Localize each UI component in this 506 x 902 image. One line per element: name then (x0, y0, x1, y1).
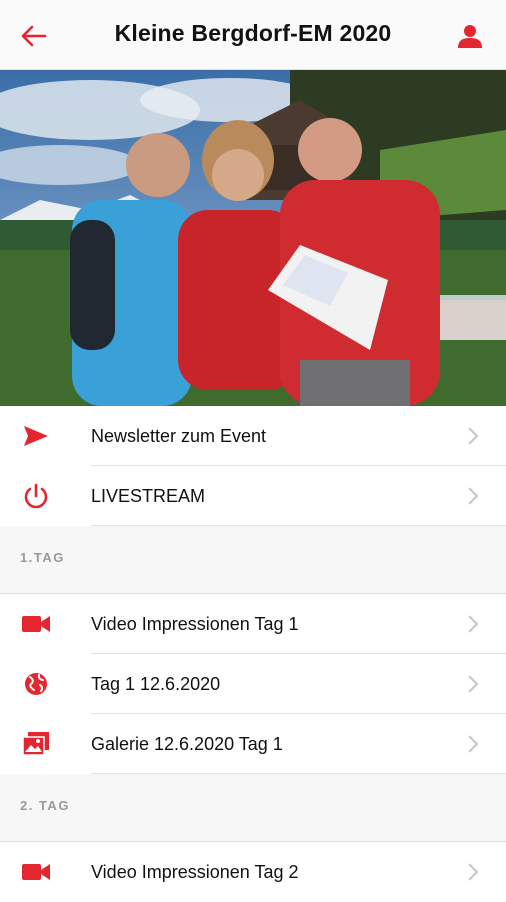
page-title: Kleine Bergdorf-EM 2020 (114, 20, 392, 46)
chevron-right-icon (468, 615, 479, 633)
list-item-label: LIVESTREAM (91, 486, 206, 506)
list-item-newsletter[interactable]: Newsletter zum Event (0, 406, 506, 466)
list-item-label: Video Impressionen Tag 2 (91, 862, 299, 882)
power-icon (20, 480, 52, 512)
video-icon (20, 608, 52, 640)
list-item-video-day1[interactable]: Video Impressionen Tag 1 (0, 594, 506, 654)
hero-image (0, 70, 506, 406)
chevron-right-icon (468, 427, 479, 445)
section-header-day2: 2. TAG (0, 774, 506, 842)
list-item-label: Galerie 12.6.2020 Tag 1 (91, 734, 283, 754)
user-button[interactable] (454, 20, 486, 52)
section-title: 2. TAG (20, 798, 70, 813)
list-item-video-day2[interactable]: Video Impressionen Tag 2 (0, 842, 506, 902)
chevron-right-icon (468, 487, 479, 505)
list-item-label: Video Impressionen Tag 1 (91, 614, 299, 634)
user-icon (458, 25, 482, 48)
chevron-right-icon (468, 675, 479, 693)
gallery-icon (20, 728, 52, 760)
video-icon (20, 856, 52, 888)
app-header: Kleine Bergdorf-EM 2020 (0, 0, 506, 70)
list-item-label: Tag 1 12.6.2020 (91, 674, 221, 694)
chevron-right-icon (468, 863, 479, 881)
chevron-right-icon (468, 735, 479, 753)
list-item-livestream[interactable]: LIVESTREAM (0, 466, 506, 526)
section-title: 1.TAG (20, 550, 65, 565)
list-item-gallery-day1[interactable]: Galerie 12.6.2020 Tag 1 (0, 714, 506, 774)
list-item-tag1[interactable]: Tag 1 12.6.2020 (0, 654, 506, 714)
list-item-label: Newsletter zum Event (91, 426, 267, 446)
section-header-day1: 1.TAG (0, 526, 506, 594)
globe-icon (20, 668, 52, 700)
send-icon (20, 420, 52, 452)
menu-list: Newsletter zum Event LIVESTREAM 1.TAG Vi… (0, 406, 506, 902)
